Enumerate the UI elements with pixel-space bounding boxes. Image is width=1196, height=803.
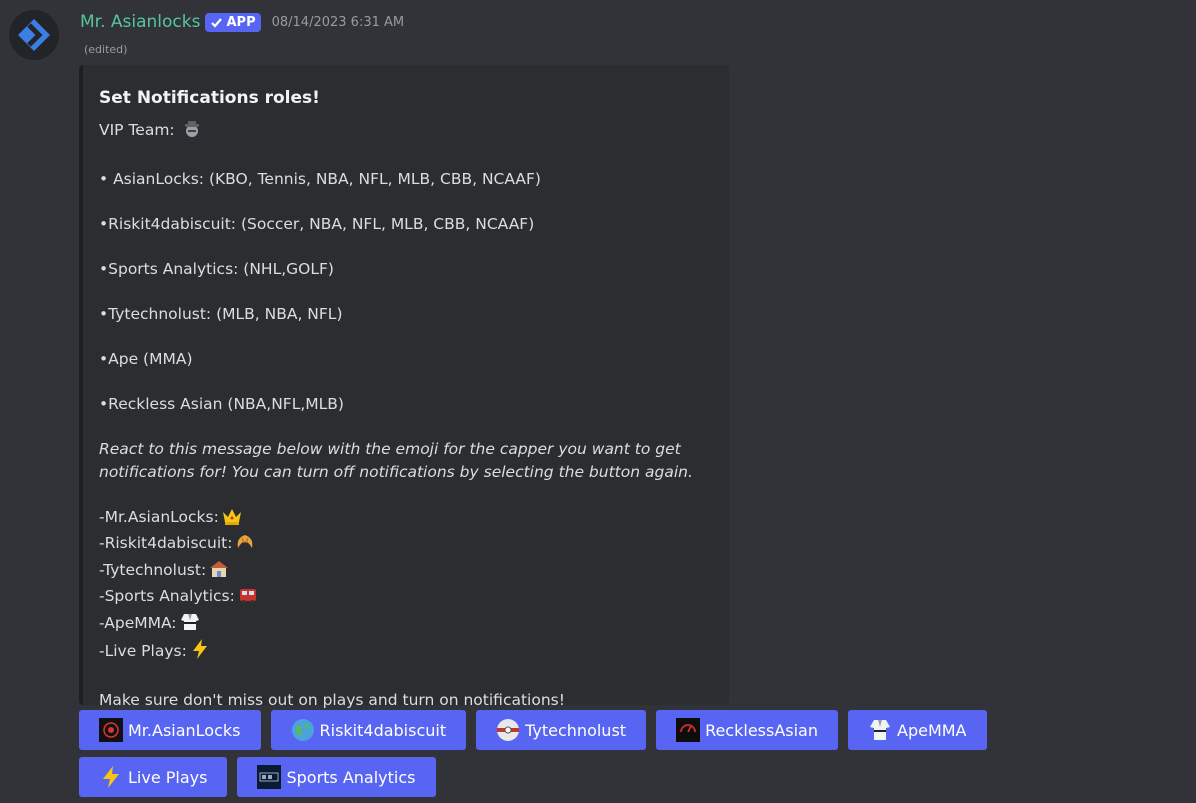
train-emoji — [237, 585, 259, 612]
username[interactable]: Mr. Asianlocks — [80, 12, 200, 32]
button-row-2: Live Plays Sports Analytics — [79, 757, 436, 797]
reaction-label: -Riskit4dabiscuit: — [99, 534, 233, 552]
reaction-line-1: -Mr.AsianLocks: — [99, 506, 719, 533]
instruction-line-2: notifications for! You can turn off noti… — [99, 462, 693, 481]
capper-line-2: •Riskit4dabiscuit: (Soccer, NBA, NFL, ML… — [99, 215, 535, 233]
detective-emoji — [182, 119, 202, 146]
button-label: Tytechnolust — [525, 720, 627, 740]
capper-line-4: •Tytechnolust: (MLB, NBA, NFL) — [99, 305, 343, 323]
button-label: Riskit4dabiscuit — [319, 720, 447, 740]
tytechnolust-button[interactable]: Tytechnolust — [476, 710, 647, 750]
reaction-line-2: -Riskit4dabiscuit: — [99, 532, 719, 559]
globe-icon — [291, 718, 315, 742]
reaction-label: -Sports Analytics: — [99, 587, 235, 605]
martial-arts-uniform-icon — [868, 718, 892, 742]
bot-logo-icon — [9, 10, 59, 60]
embed-content: Set Notifications roles! VIP Team: • Asi… — [99, 85, 719, 712]
sports-analytics-button[interactable]: Sports Analytics — [237, 757, 436, 797]
button-label: Sports Analytics — [286, 767, 416, 787]
recklessasian-button[interactable]: RecklessAsian — [656, 710, 838, 750]
reaction-line-4: -Sports Analytics: — [99, 585, 719, 612]
app-tag: APP — [205, 12, 261, 32]
vip-team-label: VIP Team: — [99, 121, 175, 139]
tytechnolust-logo-icon — [496, 718, 520, 742]
asianlocks-logo-icon — [99, 718, 123, 742]
button-label: Live Plays — [128, 767, 208, 787]
mr-asianlocks-button[interactable]: Mr.AsianLocks — [79, 710, 261, 750]
button-label: Mr.AsianLocks — [128, 720, 241, 740]
sports-analytics-logo-icon — [257, 765, 282, 789]
reaction-label: -Live Plays: — [99, 642, 187, 660]
vip-team-line: VIP Team: — [99, 119, 719, 146]
reaction-label: -ApeMMA: — [99, 613, 177, 632]
message-header: Mr. Asianlocks APP 08/14/2023 6:31 AM — [80, 10, 404, 34]
martial-arts-uniform-emoji — [179, 612, 201, 639]
footer-line: Make sure don't miss out on plays and tu… — [99, 691, 565, 709]
croissant-emoji — [234, 532, 256, 559]
reaction-line-6: -Live Plays: — [99, 638, 719, 667]
instruction-line-1: React to this message below with the emo… — [99, 440, 681, 458]
timestamp[interactable]: 08/14/2023 6:31 AM — [272, 15, 405, 30]
live-plays-button[interactable]: Live Plays — [79, 757, 228, 797]
avatar[interactable] — [9, 10, 59, 60]
crown-emoji — [221, 506, 243, 533]
reaction-label: -Tytechnolust: — [99, 560, 207, 579]
message: Mr. Asianlocks APP 08/14/2023 6:31 AM (e… — [0, 0, 1196, 803]
embed: Set Notifications roles! VIP Team: • Asi… — [79, 65, 729, 709]
reaction-line-5: -ApeMMA: — [99, 612, 719, 639]
capper-line-3: •Sports Analytics: (NHL,GOLF) — [99, 260, 334, 278]
riskit4dabiscuit-button[interactable]: Riskit4dabiscuit — [270, 710, 467, 750]
apemma-button[interactable]: ApeMMA — [848, 710, 987, 750]
capper-line-6: •Reckless Asian (NBA,NFL,MLB) — [99, 395, 344, 413]
capper-line-1: • AsianLocks: (KBO, Tennis, NBA, NFL, ML… — [99, 170, 541, 188]
reaction-label: -Mr.AsianLocks: — [99, 507, 219, 526]
button-row-1: Mr.AsianLocks Riskit4dabiscuit Tytechnol… — [79, 710, 987, 750]
app-tag-label: APP — [226, 14, 256, 30]
reaction-line-3: -Tytechnolust: — [99, 559, 719, 586]
lightning-emoji — [189, 638, 211, 667]
button-label: ApeMMA — [897, 720, 967, 740]
embed-title: Set Notifications roles! — [99, 88, 320, 108]
button-label: RecklessAsian — [705, 720, 818, 740]
verified-check-icon — [211, 17, 223, 28]
recklessasian-logo-icon — [676, 718, 701, 742]
edited-label: (edited) — [84, 43, 128, 56]
house-emoji — [208, 559, 230, 586]
capper-line-5: •Ape (MMA) — [99, 350, 193, 368]
lightning-icon — [99, 765, 123, 789]
